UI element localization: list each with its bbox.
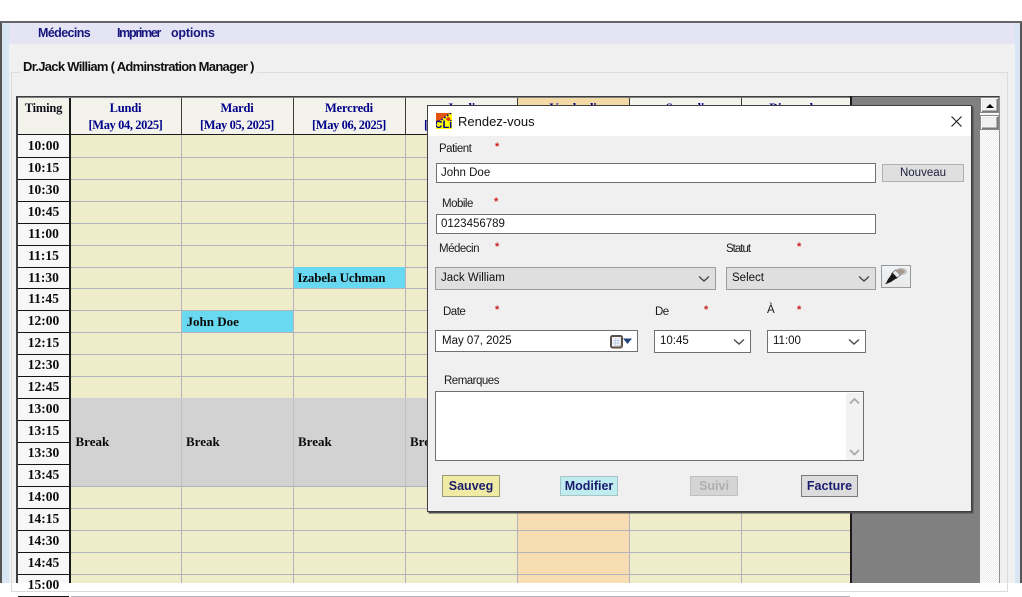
- svg-text:CLi: CLi: [436, 119, 452, 129]
